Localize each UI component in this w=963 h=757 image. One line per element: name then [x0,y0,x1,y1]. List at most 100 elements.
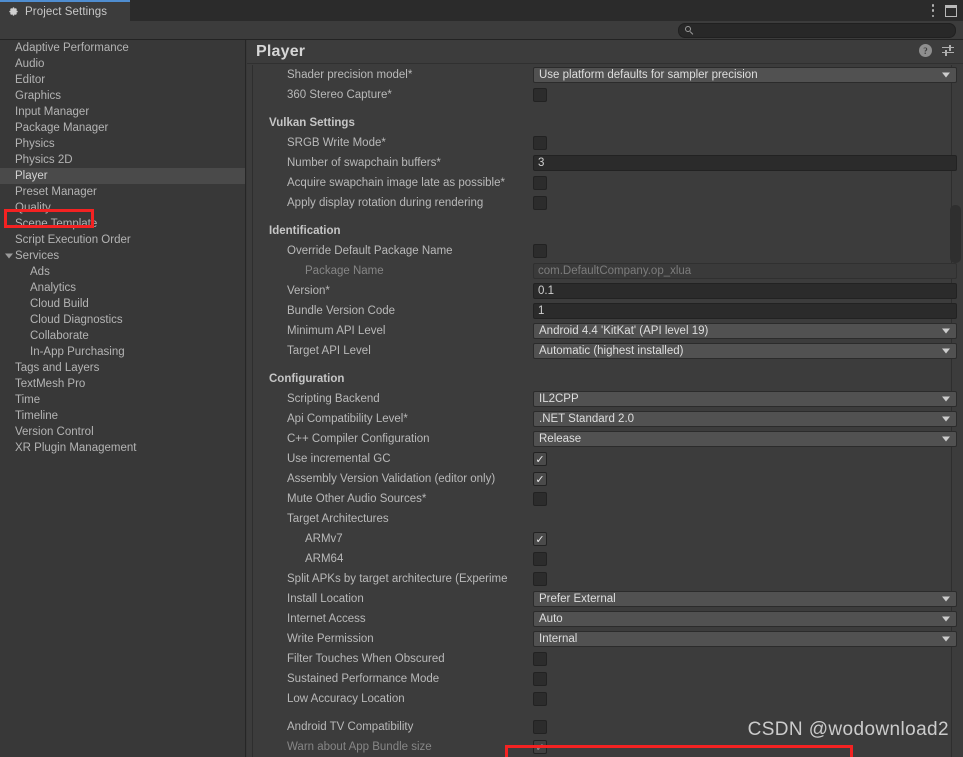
checkbox-srgb-write-mode[interactable] [533,136,547,150]
setting-row-sustained-performance-mode: Sustained Performance Mode [261,669,953,689]
chevron-down-icon [942,416,950,422]
setting-label: Minimum API Level [287,325,386,337]
dropdown-target-api-level[interactable]: Automatic (highest installed) [533,343,957,359]
sidebar-item-time[interactable]: Time [0,392,245,408]
sidebar-item-adaptive-performance[interactable]: Adaptive Performance [0,40,245,56]
setting-label: Target API Level [287,345,371,357]
help-icon[interactable]: ? [919,44,932,57]
chevron-down-icon [942,436,950,442]
sidebar-item-package-manager[interactable]: Package Manager [0,120,245,136]
settings-scroll-area[interactable]: Shader precision model* Use platform defa… [247,65,963,757]
sidebar-item-physics-2d[interactable]: Physics 2D [0,152,245,168]
checkbox-armv7[interactable] [533,532,547,546]
dropdown-minimum-api-level[interactable]: Android 4.4 'KitKat' (API level 19) [533,323,957,339]
sidebar-item-textmesh-pro[interactable]: TextMesh Pro [0,376,245,392]
setting-row-split-apks-by-target-architecture-experime: Split APKs by target architecture (Exper… [261,569,953,589]
setting-label: ARMv7 [305,533,343,545]
setting-row-apply-display-rotation-during-rendering: Apply display rotation during rendering [261,193,953,213]
input-version[interactable]: 0.1 [533,283,957,299]
sidebar-item-xr-plugin-management[interactable]: XR Plugin Management [0,440,245,456]
row-spacer [261,709,953,717]
setting-row-acquire-swapchain-image-late-as-possible: Acquire swapchain image late as possible… [261,173,953,193]
chevron-down-icon[interactable] [5,253,13,259]
sidebar-item-label: In-App Purchasing [30,346,125,358]
checkbox-assembly-version-validation-editor-only[interactable] [533,472,547,486]
setting-row-install-location: Install Location Prefer External [261,589,957,609]
checkbox-split-apks-by-target-architecture-experime[interactable] [533,572,547,586]
sidebar-item-label: Tags and Layers [15,362,100,374]
input-bundle-version-code[interactable]: 1 [533,303,957,319]
sidebar-item-label: Editor [15,74,46,86]
vertical-scrollbar-thumb[interactable] [950,205,961,263]
preferences-icon[interactable] [941,44,955,57]
sidebar-item-in-app-purchasing[interactable]: In-App Purchasing [0,344,245,360]
sidebar-item-label: Scene Template [15,218,98,230]
checkbox-sustained-performance-mode[interactable] [533,672,547,686]
dropdown-c-compiler-configuration[interactable]: Release [533,431,957,447]
search-input[interactable] [698,25,948,36]
checkbox-360-stereo-capture[interactable] [533,88,547,102]
sidebar-item-preset-manager[interactable]: Preset Manager [0,184,245,200]
sidebar-item-cloud-diagnostics[interactable]: Cloud Diagnostics [0,312,245,328]
sidebar-item-graphics[interactable]: Graphics [0,88,245,104]
chevron-down-icon [942,616,950,622]
checkbox-mute-other-audio-sources[interactable] [533,492,547,506]
setting-row-arm64: ARM64 [261,549,953,569]
sidebar-item-label: Physics 2D [15,154,73,166]
sidebar-item-input-manager[interactable]: Input Manager [0,104,245,120]
sidebar-item-analytics[interactable]: Analytics [0,280,245,296]
checkbox-arm64[interactable] [533,552,547,566]
checkbox-apply-display-rotation-during-rendering[interactable] [533,196,547,210]
sidebar-item-editor[interactable]: Editor [0,72,245,88]
checkbox-override-default-package-name[interactable] [533,244,547,258]
setting-row-api-compatibility-level: Api Compatibility Level* .NET Standard 2.… [261,409,957,429]
window-titlebar: Project Settings [0,0,963,21]
sidebar-item-audio[interactable]: Audio [0,56,245,72]
checkbox-use-incremental-gc[interactable] [533,452,547,466]
setting-label: Android TV Compatibility [287,721,414,733]
dropdown-install-location[interactable]: Prefer External [533,591,957,607]
sidebar-item-label: Collaborate [30,330,89,342]
dropdown-value: Use platform defaults for sampler precis… [539,69,758,81]
sidebar-item-label: Version Control [15,426,94,438]
sidebar-item-version-control[interactable]: Version Control [0,424,245,440]
setting-label: Bundle Version Code [287,305,396,317]
chevron-down-icon [942,636,950,642]
settings-sidebar[interactable]: Adaptive Performance Audio Editor Graphics I… [0,40,246,757]
sidebar-item-quality[interactable]: Quality [0,200,245,216]
sidebar-item-player[interactable]: Player [0,168,245,184]
dropdown-api-compatibility-level[interactable]: .NET Standard 2.0 [533,411,957,427]
dropdown-write-permission[interactable]: Internal [533,631,957,647]
checkbox-warn-about-app-bundle-size[interactable] [533,740,547,754]
dropdown-scripting-backend[interactable]: IL2CPP [533,391,957,407]
sidebar-item-services[interactable]: Services [0,248,245,264]
sidebar-item-scene-template[interactable]: Scene Template [0,216,245,232]
sidebar-item-physics[interactable]: Physics [0,136,245,152]
setting-label: Target Architectures [287,513,389,525]
dropdown-value: Release [539,433,582,445]
dropdown-internet-access[interactable]: Auto [533,611,957,627]
dropdown-shader-precision-model[interactable]: Use platform defaults for sampler precis… [533,67,957,83]
kebab-menu-icon[interactable] [931,4,935,17]
setting-label: Version* [287,285,330,297]
checkbox-acquire-swapchain-image-late-as-possible[interactable] [533,176,547,190]
setting-label: Low Accuracy Location [287,693,405,705]
sidebar-item-cloud-build[interactable]: Cloud Build [0,296,245,312]
setting-row-use-incremental-gc: Use incremental GC [261,449,953,469]
checkbox-filter-touches-when-obscured[interactable] [533,652,547,666]
sidebar-item-tags-and-layers[interactable]: Tags and Layers [0,360,245,376]
setting-label: Split APKs by target architecture (Exper… [287,573,508,585]
checkbox-android-tv-compatibility[interactable] [533,720,547,734]
sidebar-item-label: Services [15,250,60,262]
maximize-icon[interactable] [945,4,957,17]
checkbox-low-accuracy-location[interactable] [533,692,547,706]
search-box[interactable] [678,23,956,38]
sidebar-item-timeline[interactable]: Timeline [0,408,245,424]
sidebar-item-collaborate[interactable]: Collaborate [0,328,245,344]
sidebar-item-ads[interactable]: Ads [0,264,245,280]
input-number-of-swapchain-buffers[interactable]: 3 [533,155,957,171]
setting-row-override-default-package-name: Override Default Package Name [261,241,953,261]
sidebar-item-script-execution-order[interactable]: Script Execution Order [0,232,245,248]
gear-icon [8,6,19,17]
tab-project-settings[interactable]: Project Settings [0,0,130,21]
